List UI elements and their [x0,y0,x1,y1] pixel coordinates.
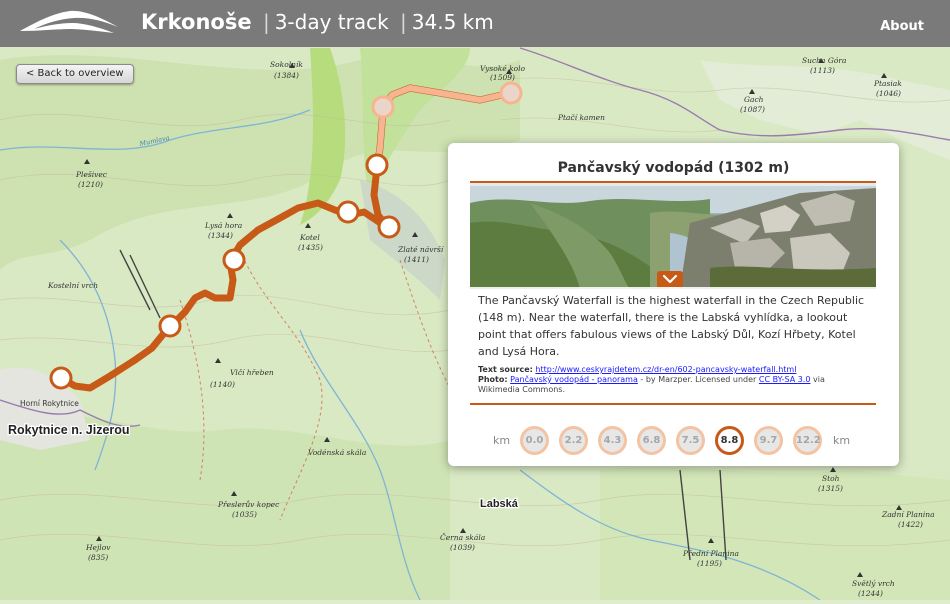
map-label-svetly-vrch-elev: (1244) [858,589,883,598]
credits: Text source: http://www.ceskyrajdetem.cz… [478,365,868,395]
map-label-predni-planina: Přední Planina [682,549,739,558]
map-label-kotel: Kotel [299,233,320,242]
mountain-logo-icon[interactable] [18,9,126,41]
map-label-preslerova-elev: (1035) [232,510,257,519]
map-label-zadni-planina: Zadní Planina [881,510,935,519]
waypoint-2.2[interactable] [158,314,182,338]
map-label-stoh: Stoh [822,474,840,483]
map-label-vodenska: Vodénská skála [308,448,366,457]
forest-area [600,467,950,600]
km-button-6.8[interactable]: 6.8 [637,426,666,455]
header-bar: Krkonoše | 3-day track | 34.5 km About [0,0,950,47]
map-label-predni-planina-elev: (1195) [697,559,722,568]
region-name: Krkonoše [141,10,252,34]
map-label-cerna-skala-elev: (1039) [450,543,475,552]
map-label-gach: Gach [744,95,764,104]
photo-link[interactable]: Pančavský vodopád - panorama [510,375,638,384]
map-label-ptasiak-elev: (1046) [876,89,901,98]
km-label-left: km [493,434,511,447]
license-link[interactable]: CC BY-SA 3.0 [759,375,811,384]
photo-credit-line: Photo: Pančavský vodopád - panorama - by… [478,375,868,395]
km-label-right: km [833,434,851,447]
km-button-9.7[interactable]: 9.7 [754,426,783,455]
map-label-lysa-hora-elev: (1344) [208,231,233,240]
waypoint-description: The Pančavský Waterfall is the highest w… [478,294,865,358]
title-separator: | [400,10,407,34]
photo-label: Photo: [478,375,508,384]
map-label-kostelni-vrch: Kostelní vrch [47,281,98,290]
map-label-ptasiak: Ptasiak [873,79,902,88]
map-label-zlate-navrsi-elev: (1411) [404,255,429,264]
waypoint-8.8[interactable] [365,153,389,177]
map-label-gach-elev: (1087) [740,105,765,114]
map-label-sokolnik: Sokolník [270,60,303,69]
map-label-ptaci-kamen: Ptačí kamen [557,113,605,122]
map-label-hejlov-elev: (835) [88,553,108,562]
waypoint-0.0[interactable] [49,366,73,390]
page-title: Krkonoše | 3-day track | 34.5 km [141,10,494,34]
map-label-vysoke-kolo: Vysoké kolo [480,64,526,73]
map-label-sokolnik-elev: (1384) [274,71,299,80]
map-label-kotel-elev: (1435) [298,243,323,252]
chevron-down-icon [662,274,678,284]
map-label-zadni-planina-elev: (1422) [898,520,923,529]
km-button-0.0[interactable]: 0.0 [520,426,549,455]
km-button-4.3[interactable]: 4.3 [598,426,627,455]
text-source-label: Text source: [478,365,533,374]
back-to-overview-button[interactable]: < Back to overview [16,64,134,84]
map-label-vysoke-kolo-elev: (1509) [490,73,515,82]
map-label-stoh-elev: (1315) [818,484,843,493]
map-label-vlci-hreben: Vlčí hřeben [230,368,274,377]
waypoint-12.2[interactable] [499,81,523,105]
expand-photo-button[interactable] [657,271,683,287]
map-label-lysa-hora: Lysá hora [204,221,242,230]
map-label-hejlov: Hejlov [85,543,111,552]
waypoint-description-box: The Pančavský Waterfall is the highest w… [470,287,876,405]
track-subtitle: 3-day track [274,10,389,34]
about-link[interactable]: About [880,19,924,34]
waypoint-info-panel: Pančavský vodopád (1302 m) The Pančavský… [448,143,899,466]
waypoint-9.7[interactable] [371,95,395,119]
map-label-plesivec: Plešivec [75,170,108,179]
km-button-8.8[interactable]: 8.8 [715,426,744,455]
map-label-vlci-hreben-elev: (1140) [210,380,235,389]
text-source-link[interactable]: http://www.ceskyrajdetem.cz/dr-en/602-pa… [535,365,796,374]
track-distance: 34.5 km [411,10,494,34]
waypoint-7.5[interactable] [377,215,401,239]
km-button-12.2[interactable]: 12.2 [793,426,822,455]
map-label-svetly-vrch: Světlý vrch [852,579,895,588]
title-separator: | [262,10,270,34]
km-button-2.2[interactable]: 2.2 [559,426,588,455]
text-source-line: Text source: http://www.ceskyrajdetem.cz… [478,365,868,375]
map-label-horni-rokytnice: Horní Rokytnice [20,399,79,408]
map-label-preslerova: Přeslerův kopec [217,500,280,509]
map-label-sucha-hora: Sucha Góra [802,56,846,65]
map-label-cerna-skala: Černa skála [440,533,485,542]
map-label-labska: Labská [480,498,519,510]
map-label-rokytnice: Rokytnice n. Jizerou [8,423,130,437]
photo-by: - by Marzper. Licensed under [637,375,759,384]
waypoint-title: Pančavský vodopád (1302 m) [557,160,790,176]
waypoint-6.8[interactable] [336,200,360,224]
waypoint-4.3[interactable] [222,248,246,272]
map-label-sucha-hora-elev: (1113) [810,66,835,75]
km-navigator: km 0.0 2.2 4.3 6.8 7.5 8.8 9.7 12.2 km [448,426,899,460]
map-label-zlate-navrsi: Zlaté návrší [397,245,445,254]
km-button-7.5[interactable]: 7.5 [676,426,705,455]
map-label-plesivec-elev: (1210) [78,180,103,189]
